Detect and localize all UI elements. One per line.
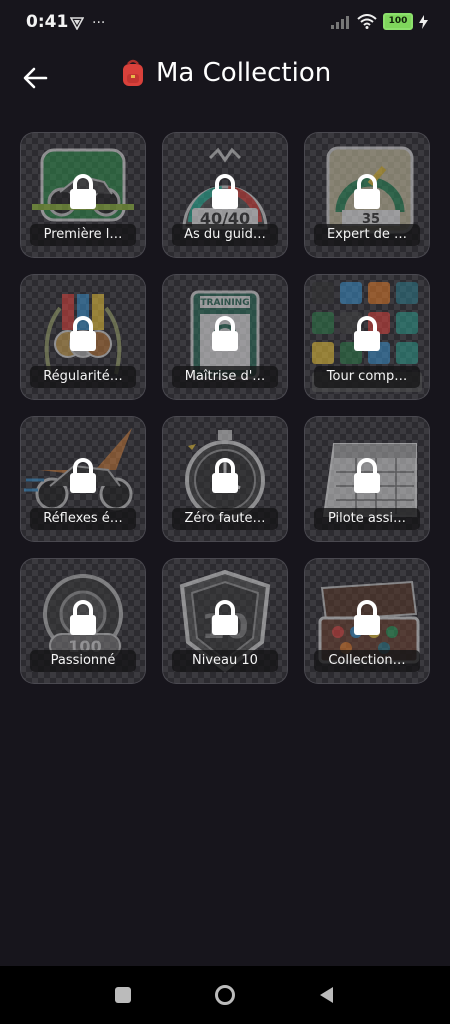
backpack-icon [123, 59, 143, 86]
badge-card[interactable]: Réflexes é… [20, 416, 146, 542]
badge-grid: Première l… 40/40 As du guid… 35 Expert … [20, 132, 430, 684]
badge-card[interactable]: 10 Niveau 10 [162, 558, 288, 684]
wifi-icon [357, 14, 377, 29]
lock-icon [354, 174, 380, 209]
back-arrow-icon[interactable] [20, 62, 52, 94]
badge-card[interactable]: Pilote assi… [304, 416, 430, 542]
badge-label: Expert de … [314, 224, 420, 246]
badge-card[interactable]: TRAINING Maîtrise d'… [162, 274, 288, 400]
badge-card[interactable]: 35 Expert de … [304, 132, 430, 258]
lock-icon [70, 600, 96, 635]
signal-icon [331, 15, 349, 29]
badge-label: Passionné [30, 650, 136, 672]
badge-card[interactable]: Première l… [20, 132, 146, 258]
lock-icon [212, 600, 238, 635]
lock-icon [70, 174, 96, 209]
lock-icon [212, 316, 238, 351]
page-title: Ma Collection [118, 58, 331, 88]
recent-apps-icon[interactable] [112, 984, 134, 1006]
badge-label: Première l… [30, 224, 136, 246]
vpn-shield-icon [70, 17, 84, 30]
lock-icon [212, 458, 238, 493]
more-notifications-icon: ··· [92, 15, 106, 31]
page-title-text: Ma Collection [156, 58, 332, 88]
lock-icon [354, 316, 380, 351]
badge-label: As du guid… [172, 224, 278, 246]
badge-card[interactable]: Collection… [304, 558, 430, 684]
home-icon[interactable] [214, 984, 236, 1006]
system-nav-bar [0, 966, 450, 1024]
svg-text:TRAINING: TRAINING [200, 298, 249, 308]
back-nav-icon[interactable] [316, 984, 338, 1006]
badge-label: Collection… [314, 650, 420, 672]
badge-card[interactable]: Zéro faute… [162, 416, 288, 542]
status-time: 0:41 [26, 12, 69, 32]
badge-label: Régularité… [30, 366, 136, 388]
badge-label: Maîtrise d'… [172, 366, 278, 388]
lock-icon [70, 458, 96, 493]
badge-card[interactable]: 40/40 As du guid… [162, 132, 288, 258]
badge-label: Zéro faute… [172, 508, 278, 530]
badge-label: Pilote assi… [314, 508, 420, 530]
lock-icon [354, 600, 380, 635]
lock-icon [354, 458, 380, 493]
badge-card[interactable]: 100 Passionné [20, 558, 146, 684]
badge-label: Réflexes é… [30, 508, 136, 530]
badge-card[interactable]: Tour comp… [304, 274, 430, 400]
badge-card[interactable]: Régularité… [20, 274, 146, 400]
badge-label: Tour comp… [314, 366, 420, 388]
status-bar: 0:41 ··· 100 [0, 0, 450, 46]
battery-icon: 100 [383, 13, 413, 30]
lock-icon [70, 316, 96, 351]
app-header: Ma Collection [0, 52, 450, 102]
badge-label: Niveau 10 [172, 650, 278, 672]
battery-level: 100 [388, 16, 408, 26]
charging-icon [419, 14, 428, 29]
lock-icon [212, 174, 238, 209]
